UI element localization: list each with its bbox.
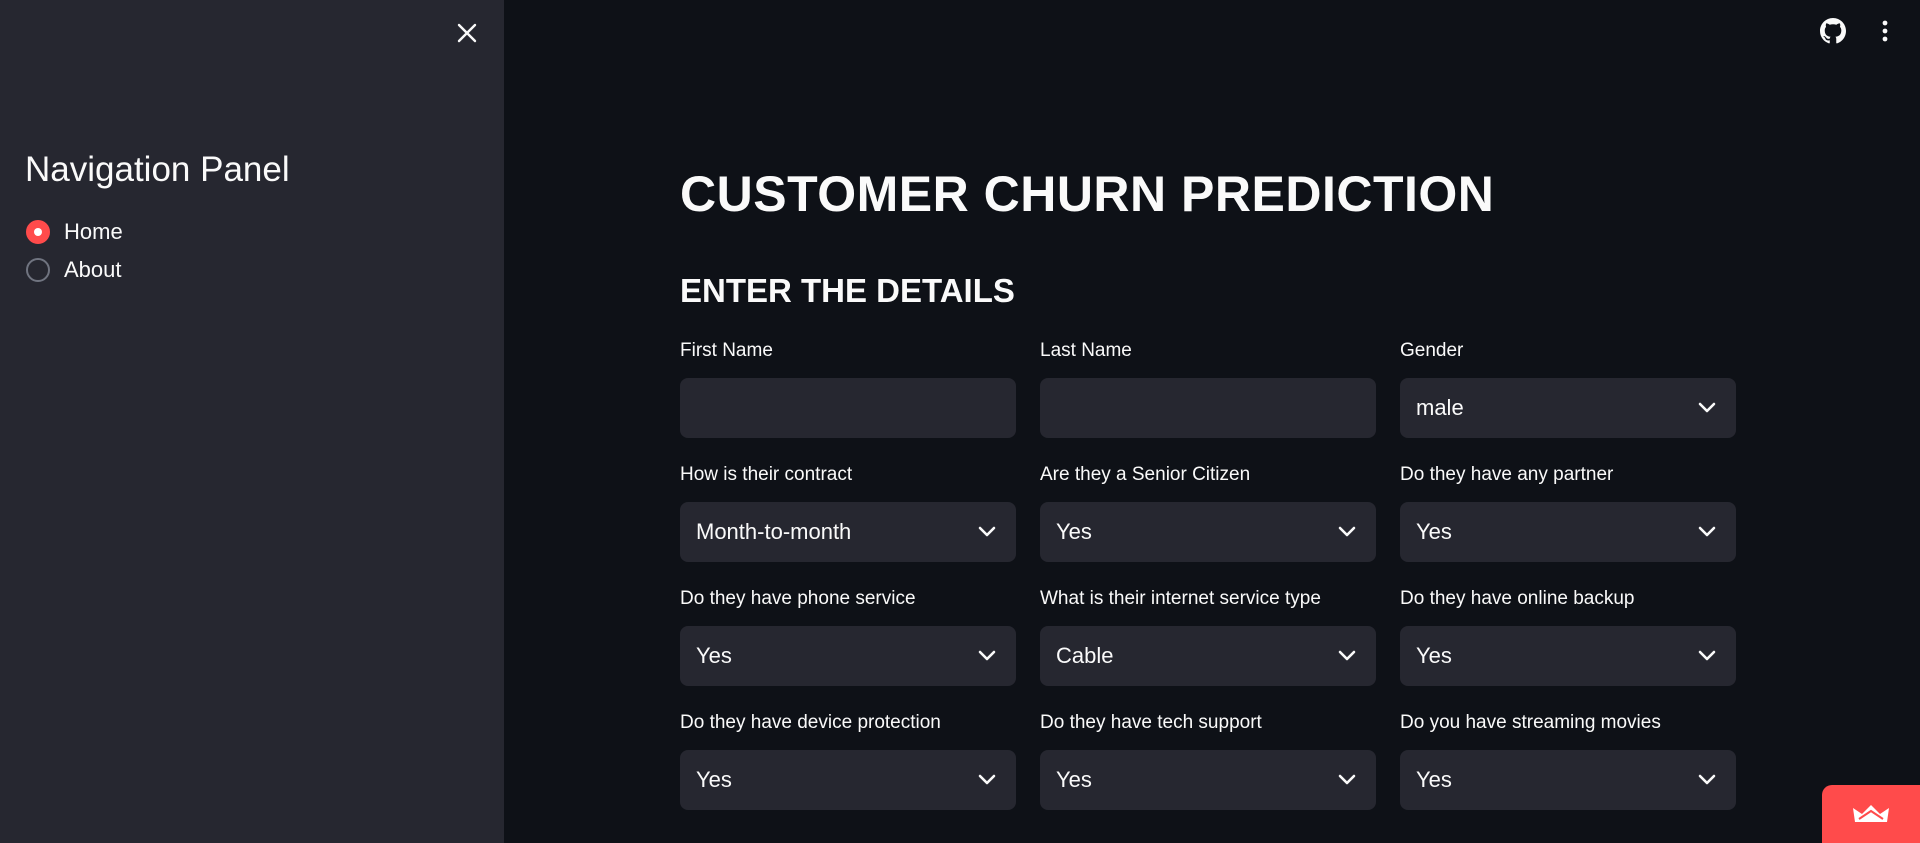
select-value: Month-to-month bbox=[696, 519, 852, 544]
streaming-movies-select[interactable]: Yes bbox=[1400, 750, 1736, 810]
radio-button-checked[interactable] bbox=[26, 220, 50, 244]
chevron-down-icon bbox=[1698, 774, 1716, 785]
section-title: ENTER THE DETAILS bbox=[680, 272, 1015, 309]
select-value: Yes bbox=[1056, 767, 1092, 792]
gender-select[interactable]: male bbox=[1400, 378, 1736, 438]
field-label: How is their contract bbox=[680, 464, 853, 485]
chevron-down-icon bbox=[1698, 402, 1716, 413]
nav-radio-group: Home About bbox=[26, 213, 123, 289]
field-label: Do they have device protection bbox=[680, 712, 941, 733]
field-streaming-movies: Do you have streaming movies Yes bbox=[1400, 712, 1736, 810]
radio-button[interactable] bbox=[26, 258, 50, 282]
select-value: Yes bbox=[696, 643, 732, 668]
field-label: Do they have phone service bbox=[680, 588, 916, 609]
select-value: male bbox=[1416, 395, 1464, 420]
phone-service-select[interactable]: Yes bbox=[680, 626, 1016, 686]
field-label: Do they have tech support bbox=[1040, 712, 1262, 733]
chevron-down-icon bbox=[1338, 526, 1356, 537]
form-grid: First Name Last Name Gender male How is … bbox=[680, 340, 1736, 810]
last-name-input[interactable] bbox=[1040, 378, 1376, 438]
field-first-name: First Name bbox=[680, 340, 1016, 438]
select-value: Cable bbox=[1056, 643, 1114, 668]
kebab-menu-icon[interactable] bbox=[1868, 14, 1902, 48]
field-device-protection: Do they have device protection Yes bbox=[680, 712, 1016, 810]
tech-support-select[interactable]: Yes bbox=[1040, 750, 1376, 810]
chevron-down-icon bbox=[978, 526, 996, 537]
field-online-backup: Do they have online backup Yes bbox=[1400, 588, 1736, 686]
internet-service-select[interactable]: Cable bbox=[1040, 626, 1376, 686]
field-senior-citizen: Are they a Senior Citizen Yes bbox=[1040, 464, 1376, 562]
sidebar-title: Navigation Panel bbox=[25, 150, 290, 189]
select-value: Yes bbox=[1416, 767, 1452, 792]
device-protection-select[interactable]: Yes bbox=[680, 750, 1016, 810]
select-value: Yes bbox=[1416, 519, 1452, 544]
select-value: Yes bbox=[1056, 519, 1092, 544]
select-value: Yes bbox=[1416, 643, 1452, 668]
nav-option-home[interactable]: Home bbox=[26, 213, 123, 251]
chevron-down-icon bbox=[978, 774, 996, 785]
chevron-down-icon bbox=[1338, 650, 1356, 661]
contract-select[interactable]: Month-to-month bbox=[680, 502, 1016, 562]
field-partner: Do they have any partner Yes bbox=[1400, 464, 1736, 562]
field-label: Last Name bbox=[1040, 340, 1132, 361]
partner-select[interactable]: Yes bbox=[1400, 502, 1736, 562]
field-label: Do they have any partner bbox=[1400, 464, 1614, 485]
field-last-name: Last Name bbox=[1040, 340, 1376, 438]
chevron-down-icon bbox=[1338, 774, 1356, 785]
senior-citizen-select[interactable]: Yes bbox=[1040, 502, 1376, 562]
crown-icon bbox=[1853, 805, 1889, 822]
nav-option-about[interactable]: About bbox=[26, 251, 123, 289]
chevron-down-icon bbox=[978, 650, 996, 661]
github-icon[interactable] bbox=[1816, 14, 1850, 48]
field-label: Do you have streaming movies bbox=[1400, 712, 1661, 733]
field-internet-service: What is their internet service type Cabl… bbox=[1040, 588, 1376, 686]
nav-option-label: Home bbox=[64, 219, 123, 244]
field-label: First Name bbox=[680, 340, 773, 361]
nav-option-label: About bbox=[64, 257, 122, 282]
sidebar: Navigation Panel Home About bbox=[0, 0, 504, 843]
field-contract: How is their contract Month-to-month bbox=[680, 464, 1016, 562]
field-label: Do they have online backup bbox=[1400, 588, 1635, 609]
field-tech-support: Do they have tech support Yes bbox=[1040, 712, 1376, 810]
streamlit-badge[interactable] bbox=[1822, 785, 1920, 843]
field-label: Are they a Senior Citizen bbox=[1040, 464, 1251, 485]
chevron-down-icon bbox=[1698, 650, 1716, 661]
field-label: Gender bbox=[1400, 340, 1464, 361]
select-value: Yes bbox=[696, 767, 732, 792]
chevron-down-icon bbox=[1698, 526, 1716, 537]
field-label: What is their internet service type bbox=[1040, 588, 1321, 609]
online-backup-select[interactable]: Yes bbox=[1400, 626, 1736, 686]
field-gender: Gender male bbox=[1400, 340, 1736, 438]
field-phone-service: Do they have phone service Yes bbox=[680, 588, 1016, 686]
page-title: CUSTOMER CHURN PREDICTION bbox=[680, 166, 1495, 222]
first-name-input[interactable] bbox=[680, 378, 1016, 438]
close-icon[interactable] bbox=[452, 18, 482, 48]
